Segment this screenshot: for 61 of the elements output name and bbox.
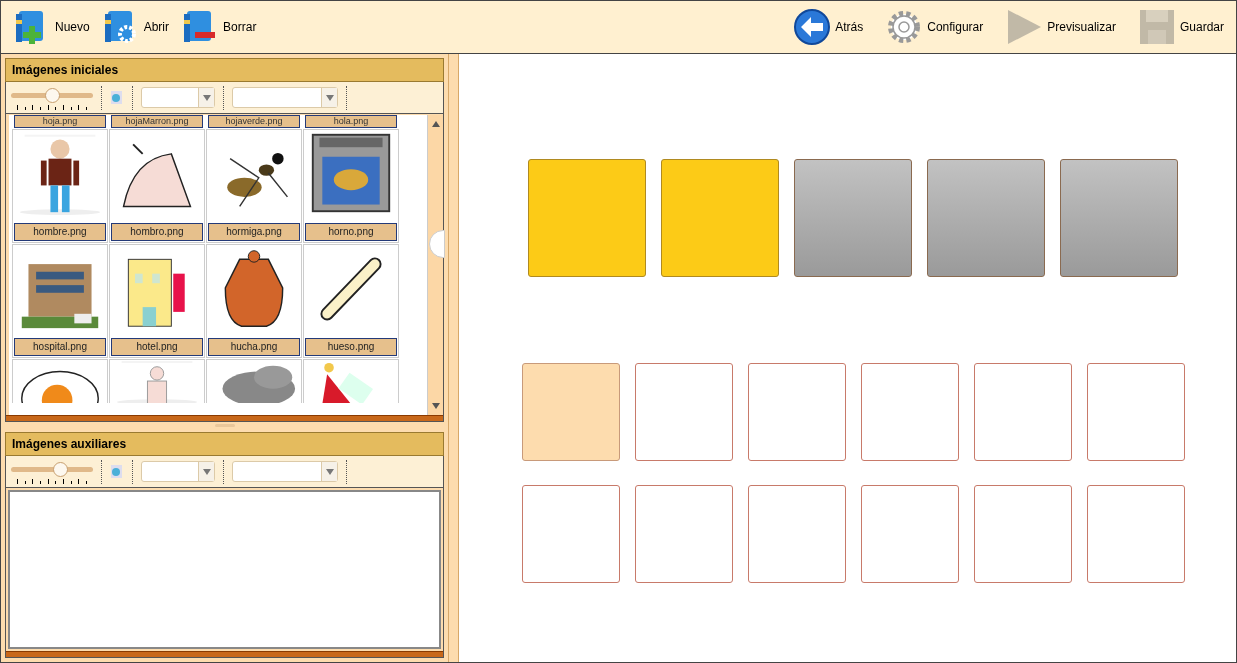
target-slot[interactable]	[660, 159, 779, 277]
image-label: hombre.png	[14, 223, 106, 241]
slider-thumb[interactable]	[45, 87, 60, 103]
caret-icon	[202, 468, 211, 475]
toolbar-button[interactable]: Nuevo	[9, 8, 94, 46]
answer-slot[interactable]	[522, 485, 620, 583]
image-label: hojaverde.png	[208, 115, 300, 128]
caret-icon	[325, 468, 334, 475]
dropdown[interactable]	[141, 461, 215, 482]
toolbar-button[interactable]: Abrir	[97, 8, 174, 46]
image-tile[interactable]: hotel.png	[109, 244, 205, 358]
image-label: horno.png	[305, 223, 397, 241]
slider-thumb[interactable]	[53, 461, 69, 477]
scroll-down-icon[interactable]	[430, 401, 441, 411]
target-slot[interactable]	[1059, 159, 1178, 277]
image-label: hola.png	[305, 115, 397, 128]
answer-slot[interactable]	[635, 363, 733, 461]
image-label: hospital.png	[14, 338, 106, 356]
image-tile[interactable]: hueso.png	[303, 244, 399, 358]
image-tile[interactable]: hospital.png	[12, 244, 108, 358]
panel-header: Imágenes iniciales	[5, 58, 444, 82]
image-label: hojaMarron.png	[111, 115, 203, 128]
answer-slot[interactable]	[748, 363, 846, 461]
image-tile[interactable]: hombre.png	[12, 129, 108, 243]
image-label: hombro.png	[111, 223, 203, 241]
toolbar-button[interactable]: Borrar	[177, 8, 261, 46]
answer-slot[interactable]	[635, 485, 733, 583]
answer-slot[interactable]	[1087, 485, 1185, 583]
image-label: hucha.png	[208, 338, 300, 356]
answer-slot[interactable]	[748, 485, 846, 583]
image-tile[interactable]: hormiga.png	[206, 129, 302, 243]
panel-header: Imágenes auxiliares	[5, 432, 444, 456]
scrollbar[interactable]	[427, 115, 443, 415]
answer-slot[interactable]	[861, 363, 959, 461]
image-tile[interactable]: hucha.png	[206, 244, 302, 358]
search-icon[interactable]	[110, 463, 124, 480]
image-label: hoja.png	[14, 115, 106, 128]
image-tile[interactable]: hombro.png	[109, 129, 205, 243]
scroll-up-icon[interactable]	[430, 119, 441, 129]
answer-slot[interactable]	[1087, 363, 1185, 461]
scroll-thumb[interactable]	[429, 230, 445, 258]
answer-slot[interactable]	[861, 485, 959, 583]
target-slot[interactable]	[926, 159, 1045, 277]
image-label: hueso.png	[305, 338, 397, 356]
caret-icon	[325, 94, 334, 101]
answer-slot[interactable]	[974, 485, 1072, 583]
answer-slot[interactable]	[522, 363, 620, 461]
target-slot[interactable]	[793, 159, 912, 277]
dropdown[interactable]	[141, 87, 215, 108]
target-slot[interactable]	[527, 159, 646, 277]
search-icon[interactable]	[110, 89, 124, 106]
dropdown[interactable]	[232, 87, 338, 108]
image-label: hormiga.png	[208, 223, 300, 241]
splitter[interactable]	[448, 54, 459, 662]
caret-icon	[202, 94, 211, 101]
image-tile[interactable]: horno.png	[303, 129, 399, 243]
image-label: hotel.png	[111, 338, 203, 356]
toolbar-button[interactable]: Atrás	[789, 8, 868, 46]
toolbar-button[interactable]: Configurar	[881, 8, 988, 46]
dropdown[interactable]	[232, 461, 338, 482]
answer-slot[interactable]	[974, 363, 1072, 461]
